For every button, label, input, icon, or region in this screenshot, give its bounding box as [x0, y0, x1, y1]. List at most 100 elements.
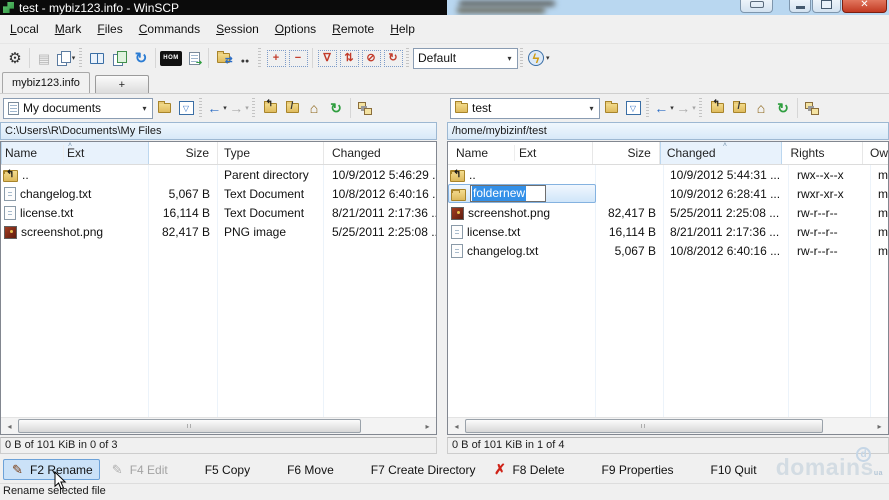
unselect-files-button[interactable]: − [287, 47, 309, 69]
file-row[interactable]: screenshot.png 82,417 B PNG image 5/25/2… [1, 222, 436, 241]
transfer-options-button[interactable]: ▾ [527, 47, 551, 69]
scroll-right-icon[interactable]: ▸ [871, 418, 888, 434]
rename-input[interactable]: foldernew [470, 185, 546, 202]
filter-button[interactable]: ∇ [316, 47, 338, 69]
remote-path-bar[interactable]: /home/mybizinf/test [447, 122, 889, 140]
file-row[interactable]: changelog.txt 5,067 B 10/8/2012 6:40:16 … [448, 241, 888, 260]
function-key-button[interactable]: F8 Delete [485, 459, 571, 480]
scroll-left-icon[interactable]: ◂ [1, 418, 18, 434]
chevron-down-icon[interactable] [502, 49, 517, 68]
column-header-name[interactable]: Name Ext [448, 142, 594, 164]
function-key-button[interactable]: F5 Copy [178, 459, 257, 480]
file-row[interactable]: .. 10/9/2012 5:44:31 ... rwx--x--x my [448, 165, 888, 184]
remote-home-directory-button[interactable] [750, 97, 772, 119]
function-key-button[interactable]: F2 Rename [3, 459, 100, 480]
duplicate-icon [56, 51, 71, 66]
function-key-button[interactable]: F4 Edit [103, 459, 175, 480]
file-row[interactable]: license.txt 16,114 B 8/21/2011 2:17:36 .… [448, 222, 888, 241]
minimize-button[interactable] [789, 0, 811, 13]
remote-root-directory-button[interactable]: / [728, 97, 750, 119]
local-open-directory-button[interactable] [153, 97, 175, 119]
synchronize-browsing-button[interactable]: ⇄ [212, 47, 234, 69]
chevron-down-icon[interactable] [584, 99, 599, 118]
remote-refresh-button[interactable] [772, 97, 794, 119]
function-key-button[interactable]: F7 Create Directory [344, 459, 483, 480]
select-files-button[interactable]: + [265, 47, 287, 69]
sort-button[interactable]: ⇅ [338, 47, 360, 69]
column-header-size[interactable]: Size [593, 142, 660, 164]
local-home-directory-button[interactable] [303, 97, 325, 119]
local-filter-button[interactable] [175, 97, 197, 119]
menu-item[interactable]: Files [89, 16, 130, 43]
column-header-size[interactable]: Size [149, 142, 218, 164]
file-row[interactable]: .. Parent directory 10/9/2012 5:46:29 ..… [1, 165, 436, 184]
close-button[interactable] [842, 0, 887, 13]
duplicate-session-button[interactable]: ▾ [55, 47, 77, 69]
refresh-button[interactable] [130, 47, 152, 69]
file-changed: 10/8/2012 6:40:16 ... [670, 243, 781, 258]
local-drive-combo[interactable]: My documents [3, 97, 153, 119]
remote-filter-button[interactable] [622, 97, 644, 119]
remote-open-directory-button[interactable] [600, 97, 622, 119]
remote-horizontal-scrollbar[interactable]: ◂ ▸ [448, 417, 888, 434]
scroll-left-icon[interactable]: ◂ [448, 418, 465, 434]
column-header-changed[interactable]: Changed ˄ [659, 142, 783, 164]
scroll-right-icon[interactable]: ▸ [419, 418, 436, 434]
commander-layout-button[interactable] [86, 47, 108, 69]
function-key-button[interactable]: F6 Move [260, 459, 341, 480]
synchronize-button[interactable] [108, 47, 130, 69]
local-forward-button[interactable]: ▾ [228, 97, 250, 119]
file-row[interactable]: license.txt 16,114 B Text Document 8/21/… [1, 203, 436, 222]
local-tree-button[interactable] [354, 97, 376, 119]
remote-directory-combo[interactable]: test [450, 97, 600, 119]
toolbar-grip [520, 48, 523, 68]
column-header-name[interactable]: Name Ext ˄ [1, 142, 149, 164]
clear-filter-button[interactable]: ⊘ [360, 47, 382, 69]
menu-item[interactable]: Mark [47, 16, 90, 43]
scrollbar-thumb[interactable] [18, 419, 361, 433]
menu-item[interactable]: Help [382, 16, 423, 43]
remote-tree-button[interactable] [801, 97, 823, 119]
address-book-icon [38, 51, 50, 65]
find-files-button[interactable] [234, 47, 256, 69]
menu-item[interactable]: Remote [324, 16, 382, 43]
file-row[interactable]: foldernew 10/9/2012 6:28:41 ... rwxr-xr-… [448, 184, 888, 203]
local-back-button[interactable]: ▾ [206, 97, 228, 119]
remote-forward-button[interactable]: ▾ [675, 97, 697, 119]
scrollbar-thumb[interactable] [465, 419, 823, 433]
maximize-button[interactable] [812, 0, 841, 13]
reload-button[interactable]: ↻ [382, 47, 404, 69]
local-horizontal-scrollbar[interactable]: ◂ ▸ [1, 417, 436, 434]
console-button[interactable]: HOM [159, 47, 183, 69]
transfer-settings-combo[interactable]: Default [413, 47, 518, 69]
chevron-down-icon[interactable] [137, 99, 152, 118]
session-tab[interactable]: mybiz123.info [2, 72, 90, 93]
stored-sessions-button[interactable] [33, 47, 55, 69]
new-session-tab[interactable]: + [94, 75, 149, 93]
menu-item[interactable]: Options [267, 16, 324, 43]
function-key-button[interactable]: F10 Quit [684, 459, 764, 480]
preferences-button[interactable] [4, 47, 26, 69]
menu-item[interactable]: Session [208, 16, 267, 43]
window-extra-button[interactable] [740, 0, 773, 13]
column-header-owner[interactable]: Ow [863, 142, 888, 164]
remote-back-button[interactable]: ▾ [653, 97, 675, 119]
file-icon [4, 225, 17, 239]
folder-root-icon: / [732, 101, 746, 113]
menu-item[interactable]: Local [2, 16, 47, 43]
function-key-button[interactable]: F9 Properties [575, 459, 681, 480]
local-parent-directory-button[interactable]: ↰ [259, 97, 281, 119]
open-in-putty-button[interactable] [183, 47, 205, 69]
local-refresh-button[interactable] [325, 97, 347, 119]
local-path-bar[interactable]: C:\Users\R\Documents\My Files [0, 122, 437, 140]
file-row[interactable]: changelog.txt 5,067 B Text Document 10/8… [1, 184, 436, 203]
file-size: 5,067 B [614, 243, 656, 258]
function-key-label: F7 Create Directory [370, 462, 476, 477]
column-header-rights[interactable]: Rights [782, 142, 864, 164]
file-row[interactable]: screenshot.png 82,417 B 5/25/2011 2:25:0… [448, 203, 888, 222]
local-root-directory-button[interactable]: / [281, 97, 303, 119]
column-header-type[interactable]: Type [218, 142, 324, 164]
menu-item[interactable]: Commands [131, 16, 208, 43]
remote-parent-directory-button[interactable]: ↰ [706, 97, 728, 119]
column-header-changed[interactable]: Changed [324, 142, 436, 164]
